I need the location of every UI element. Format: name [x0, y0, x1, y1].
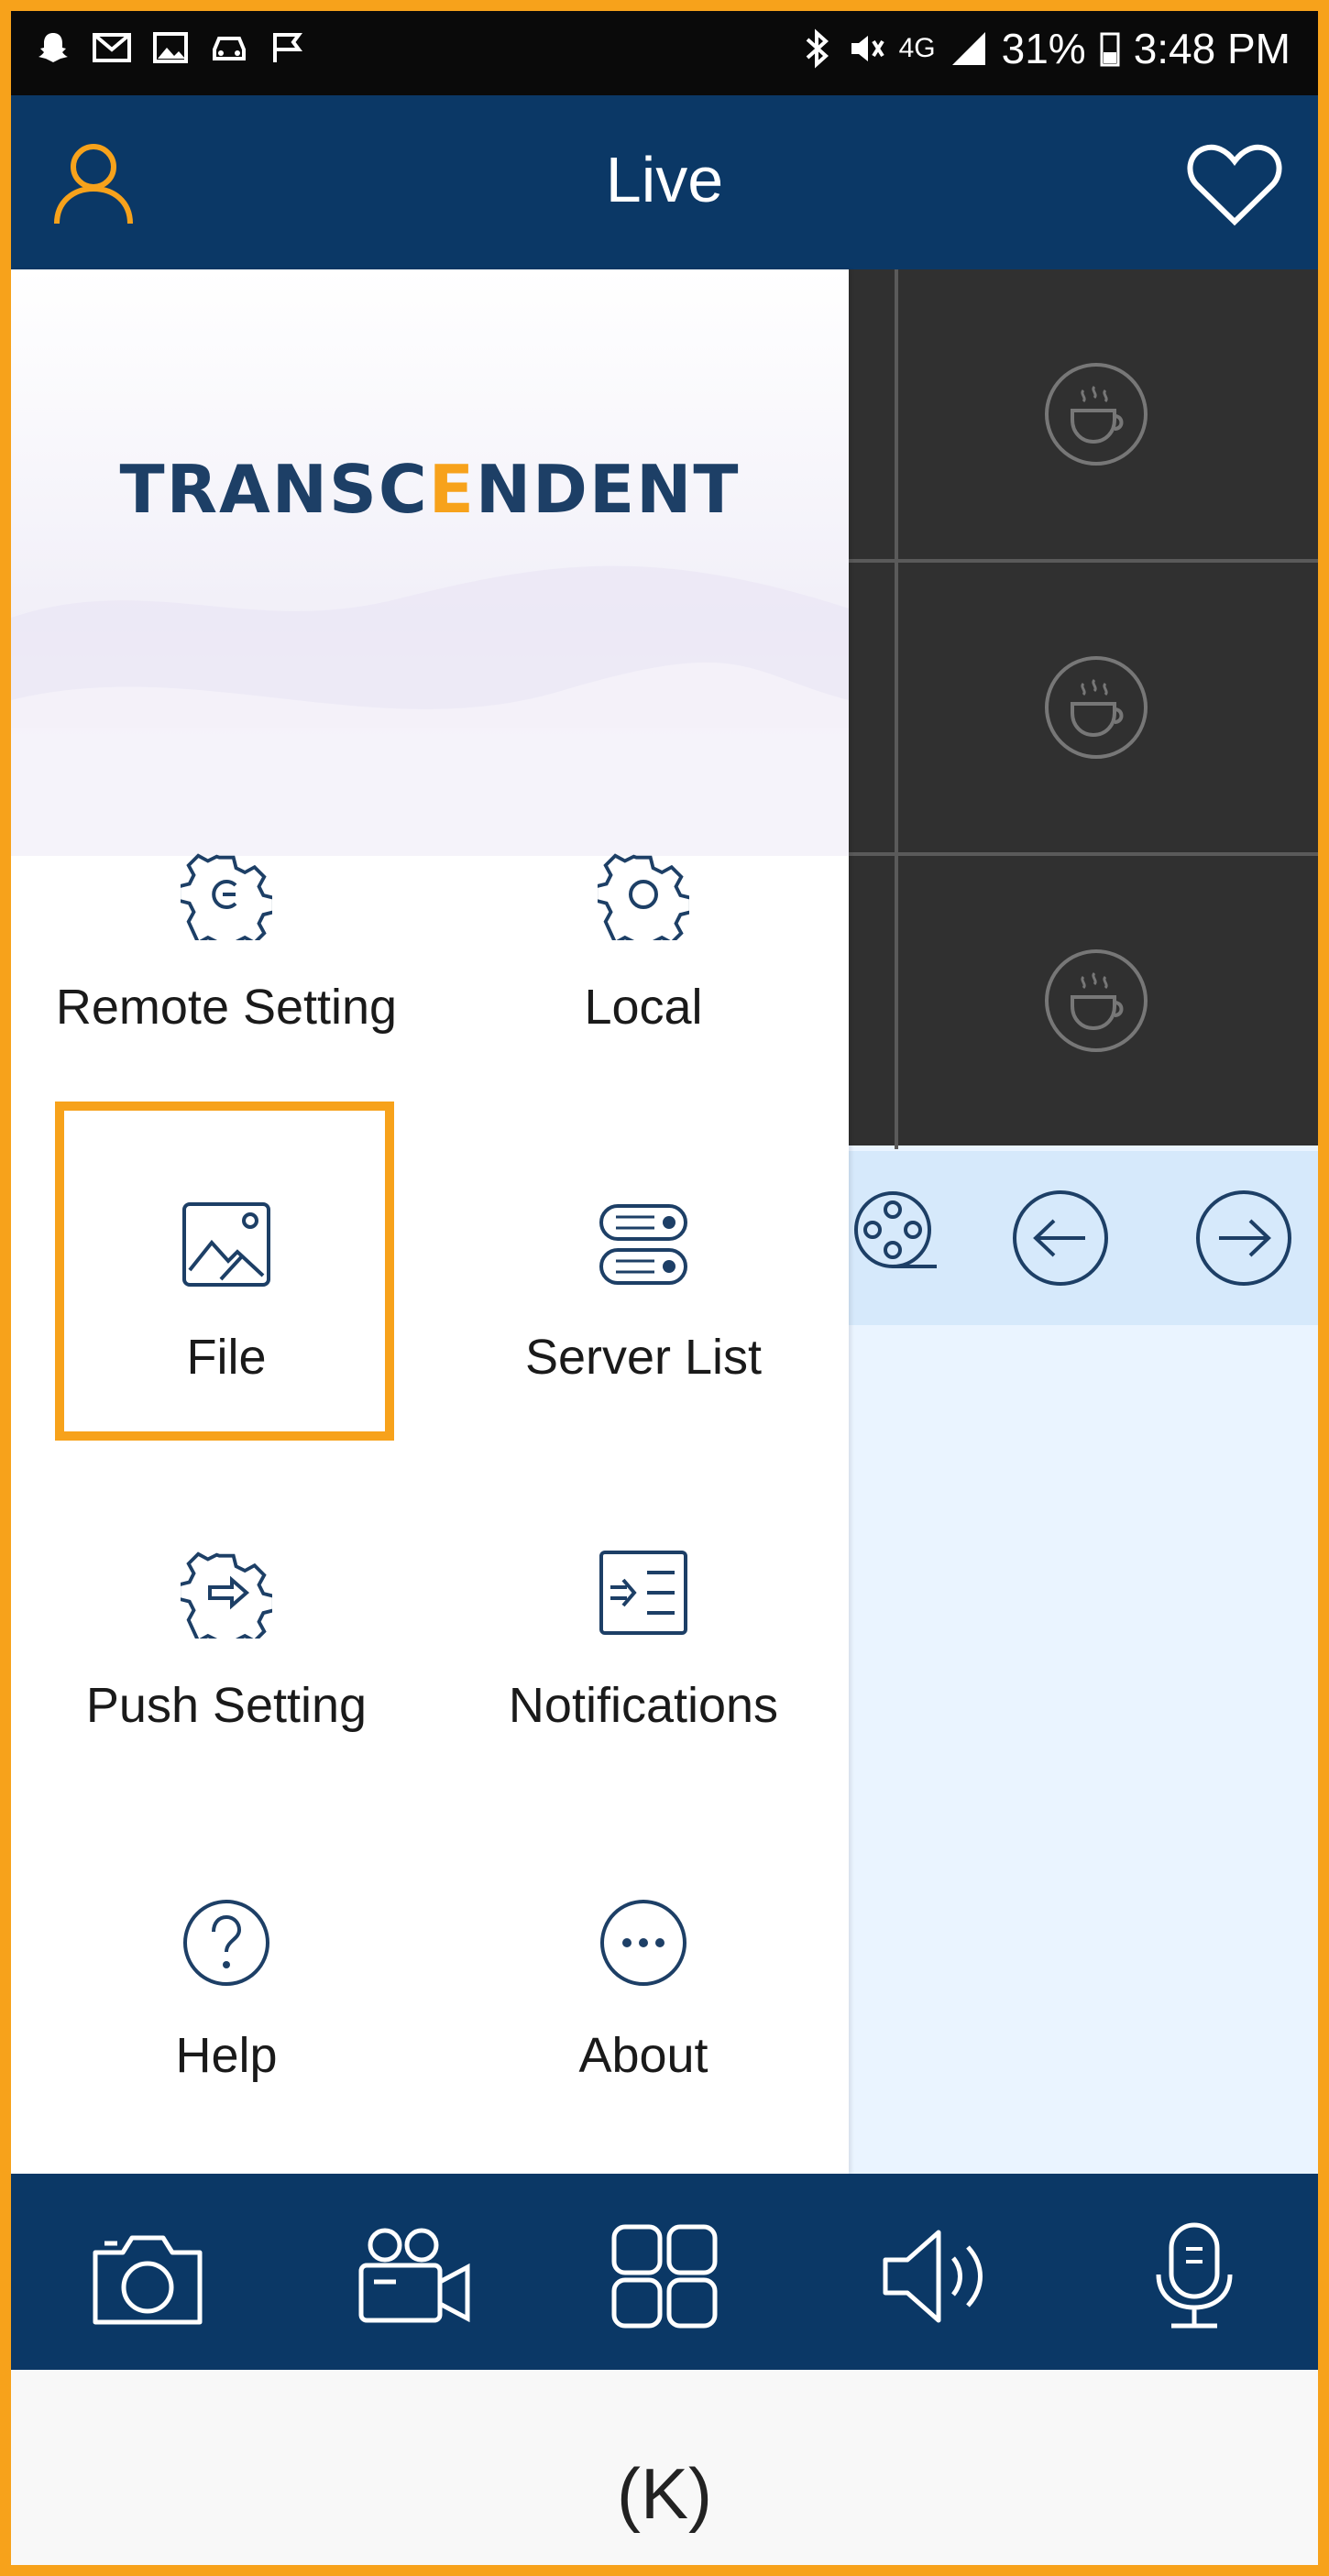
mail-icon [93, 33, 131, 62]
remote-setting-gear-icon [181, 853, 272, 940]
server-list-icon [599, 1204, 687, 1285]
video-camera-icon[interactable] [354, 2221, 473, 2331]
image-icon [153, 32, 188, 63]
tile-divider [895, 269, 898, 1149]
cup-icon [1045, 949, 1148, 1052]
menu-help[interactable]: Help [34, 1897, 419, 2135]
speaker-icon[interactable] [876, 2221, 995, 2331]
status-bar: 4G 31% 3:48 PM [11, 11, 1318, 95]
more-icon [600, 1900, 686, 1986]
menu-label: Server List [524, 1330, 763, 1385]
figure-footer: (K) [11, 2370, 1318, 2565]
cup-icon [1045, 363, 1148, 466]
menu-remote-setting[interactable]: Remote Setting [34, 849, 419, 1087]
local-gear-icon [598, 853, 689, 940]
menu-notifications[interactable]: Notifications [451, 1547, 836, 1785]
snapchat-icon [38, 33, 68, 62]
menu-label: Remote Setting [55, 980, 398, 1035]
menu-label: About [578, 2028, 708, 2083]
camera-icon[interactable] [88, 2221, 207, 2331]
logo-accent-letter: E [428, 451, 476, 528]
notifications-icon [599, 1551, 687, 1635]
side-drawer: TRANSCENDENT Remote Setting Local File S… [11, 269, 849, 2174]
system-status: 4G 31% 3:48 PM [800, 24, 1291, 73]
car-icon [213, 37, 246, 60]
live-view-panel [849, 269, 1318, 2174]
app-header: Live [11, 95, 1318, 269]
help-icon [183, 1900, 269, 1986]
battery-icon [1100, 32, 1120, 67]
microphone-icon[interactable] [1135, 2221, 1254, 2331]
bluetooth-icon [806, 28, 829, 69]
menu-local[interactable]: Local [451, 849, 836, 1087]
menu-label: Local [584, 980, 703, 1035]
page-title: Live [605, 144, 724, 215]
menu-label: Push Setting [85, 1678, 368, 1733]
camera-tile[interactable] [849, 269, 1318, 559]
clock: 3:48 PM [1133, 25, 1291, 72]
camera-tile[interactable] [849, 563, 1318, 852]
arrow-right-icon[interactable] [1193, 1188, 1294, 1288]
signal-icon [951, 32, 985, 65]
menu-label: Notifications [508, 1678, 779, 1733]
grid-layout-icon[interactable] [605, 2221, 724, 2331]
menu-server-list[interactable]: Server List [451, 1199, 836, 1437]
notification-icons [35, 29, 306, 66]
battery-percent: 31% [1001, 25, 1086, 72]
screenshot-frame: 4G 31% 3:48 PM Live TRANSCENDENT Remote … [0, 0, 1329, 2576]
film-reel-icon[interactable] [854, 1184, 942, 1285]
bottom-toolbar [11, 2174, 1318, 2370]
brand-logo: TRANSCENDENT [119, 451, 741, 528]
network-label: 4G [898, 33, 936, 63]
playback-nav-row [849, 1151, 1318, 1325]
menu-label: Help [175, 2028, 278, 2083]
heart-icon[interactable] [1184, 139, 1285, 231]
drawer-background [11, 269, 849, 856]
file-highlight-box [55, 1102, 394, 1441]
cup-icon [1045, 656, 1148, 759]
mute-icon [851, 36, 884, 61]
menu-push-setting[interactable]: Push Setting [34, 1547, 419, 1785]
camera-tile[interactable] [849, 856, 1318, 1145]
check-flag-icon [273, 33, 302, 62]
push-setting-gear-icon [181, 1551, 272, 1639]
menu-about[interactable]: About [451, 1897, 836, 2135]
figure-caption: (K) [617, 2453, 712, 2534]
arrow-left-icon[interactable] [1010, 1188, 1111, 1288]
